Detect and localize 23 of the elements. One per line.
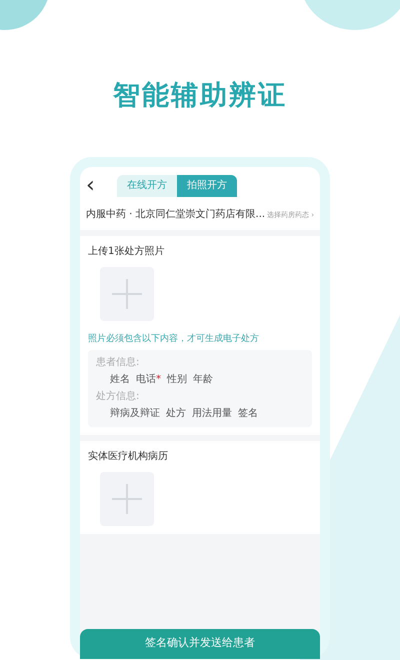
pharmacy-label: 内服中药 · 北京同仁堂崇文门药店有限... [86,208,266,222]
section-title: 实体医疗机构病历 [88,450,169,464]
field-label: 处方 [166,406,186,422]
back-button[interactable]: ‹ [86,175,95,198]
add-photo-button[interactable] [100,472,154,526]
add-photo-button[interactable] [100,267,154,322]
field-label: 辩病及辩证 [110,406,160,422]
section-title: 上传1张处方照片 [88,244,166,260]
requirement-hint: 照片必须包含以下内容，才可生成电子处方 [88,332,260,346]
tab[interactable]: 在线开方 [116,175,177,198]
field-label: 年龄 [193,372,213,388]
field-label: 用法用量 [192,406,232,422]
submit-button[interactable]: 签名确认并发送给患者 [80,629,320,660]
plus-icon [112,279,142,310]
group-label: 处方信息: [96,390,140,404]
tab[interactable]: 拍照开方 [176,175,237,198]
field-label: 签名 [238,407,258,422]
headline: 智能辅助辨证 [112,80,288,112]
group-label: 患者信息: [96,356,140,370]
field-label: 电话* [136,372,161,388]
field-label: 姓名 [110,373,130,388]
field-label: 性别 [167,372,187,388]
plus-icon [112,484,142,514]
